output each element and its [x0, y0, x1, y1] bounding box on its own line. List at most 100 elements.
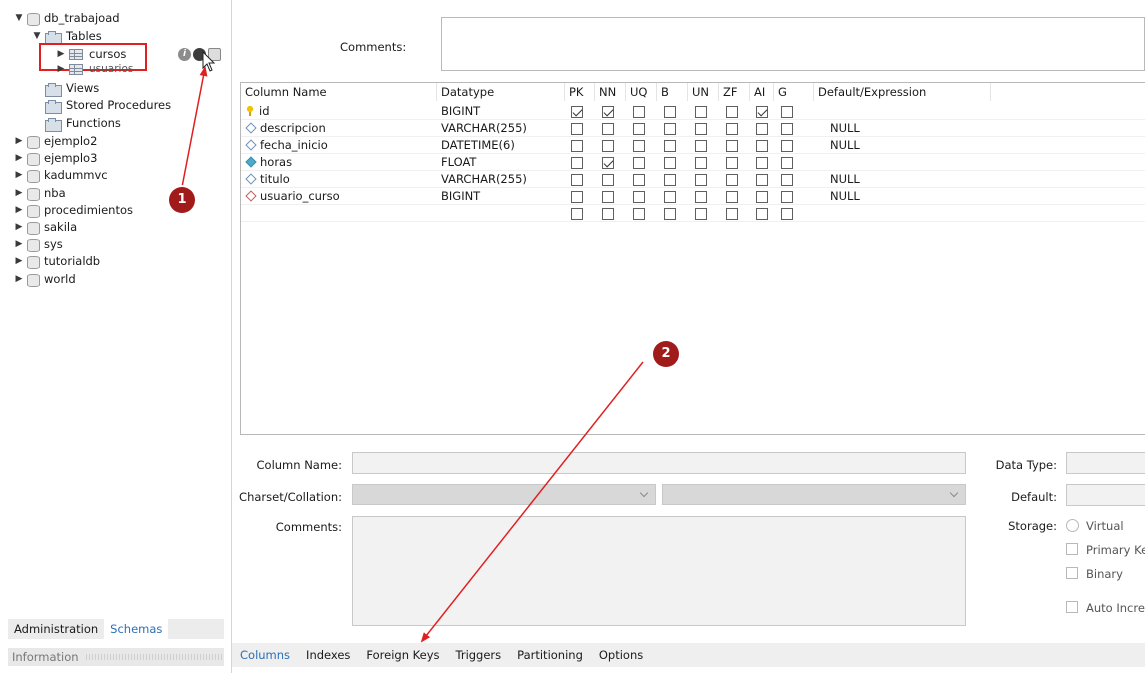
b-checkbox[interactable] [664, 174, 676, 186]
g-checkbox[interactable] [781, 208, 793, 220]
table-comments-input[interactable] [441, 17, 1145, 71]
auto-increment-checkbox[interactable] [1066, 601, 1078, 613]
ai-checkbox[interactable] [756, 140, 768, 152]
zf-checkbox[interactable] [726, 106, 738, 118]
pk-checkbox[interactable] [571, 140, 583, 152]
b-checkbox[interactable] [664, 106, 676, 118]
virtual-radio[interactable] [1066, 519, 1079, 532]
default-expression-cell[interactable]: NULL [830, 188, 860, 205]
un-checkbox[interactable] [695, 208, 707, 220]
table-row[interactable]: descripcion VARCHAR(255) NULL [241, 120, 1145, 137]
information-panel-header[interactable]: Information [8, 648, 224, 666]
uq-checkbox[interactable] [633, 191, 645, 203]
functions-folder[interactable]: Functions [45, 115, 121, 132]
expand-right-icon[interactable]: ▶ [14, 167, 24, 184]
table-item-usuarios[interactable]: ▶ usuarios [56, 62, 134, 76]
table-row[interactable]: titulo VARCHAR(255) NULL [241, 171, 1145, 188]
schema-item-ejemplo3[interactable]: ▶ ejemplo3 [14, 150, 97, 167]
primary-key-checkbox[interactable] [1066, 543, 1078, 555]
expand-right-icon[interactable]: ▶ [14, 219, 24, 236]
header-default-expression[interactable]: Default/Expression [814, 83, 991, 101]
pk-checkbox[interactable] [571, 123, 583, 135]
uq-checkbox[interactable] [633, 140, 645, 152]
ai-checkbox[interactable] [756, 208, 768, 220]
uq-checkbox[interactable] [633, 174, 645, 186]
views-folder[interactable]: Views [45, 80, 99, 97]
nn-checkbox[interactable] [602, 157, 614, 169]
schema-item-sakila[interactable]: ▶ sakila [14, 219, 77, 236]
header-un[interactable]: UN [688, 83, 719, 101]
column-name-cell[interactable]: fecha_inicio [245, 137, 328, 154]
datatype-cell[interactable]: DATETIME(6) [441, 137, 515, 154]
b-checkbox[interactable] [664, 140, 676, 152]
schema-item-ejemplo2[interactable]: ▶ ejemplo2 [14, 133, 97, 150]
new-column-row[interactable] [241, 205, 1145, 222]
collation-select[interactable] [662, 484, 966, 505]
header-nn[interactable]: NN [595, 83, 626, 101]
b-checkbox[interactable] [664, 191, 676, 203]
zf-checkbox[interactable] [726, 208, 738, 220]
expand-right-icon[interactable]: ▶ [14, 133, 24, 150]
uq-checkbox[interactable] [633, 123, 645, 135]
zf-checkbox[interactable] [726, 191, 738, 203]
stored-procedures-folder[interactable]: Stored Procedures [45, 97, 171, 114]
zf-checkbox[interactable] [726, 157, 738, 169]
tab-foreign-keys[interactable]: Foreign Keys [366, 643, 439, 667]
nn-checkbox[interactable] [602, 123, 614, 135]
columns-grid[interactable]: Column Name Datatype PK NN UQ B UN ZF AI… [240, 82, 1145, 435]
ai-checkbox[interactable] [756, 191, 768, 203]
table-row[interactable]: fecha_inicio DATETIME(6) NULL [241, 137, 1145, 154]
tab-columns[interactable]: Columns [240, 643, 290, 667]
schema-item-procedimientos[interactable]: ▶ procedimientos [14, 202, 133, 219]
schema-item-nba[interactable]: ▶ nba [14, 185, 66, 202]
ai-checkbox[interactable] [756, 123, 768, 135]
datatype-cell[interactable]: FLOAT [441, 154, 476, 171]
default-expression-cell[interactable]: NULL [830, 120, 860, 137]
pk-checkbox[interactable] [571, 208, 583, 220]
b-checkbox[interactable] [664, 208, 676, 220]
column-comments-input[interactable] [352, 516, 966, 626]
pk-checkbox[interactable] [571, 106, 583, 118]
expand-right-icon[interactable]: ▶ [14, 253, 24, 270]
table-row[interactable]: id BIGINT [241, 103, 1145, 120]
uq-checkbox[interactable] [633, 208, 645, 220]
default-expression-cell[interactable]: NULL [830, 137, 860, 154]
un-checkbox[interactable] [695, 106, 707, 118]
wrench-icon[interactable] [193, 48, 206, 61]
ai-checkbox[interactable] [756, 174, 768, 186]
un-checkbox[interactable] [695, 140, 707, 152]
default-input[interactable] [1066, 484, 1145, 506]
tab-administration[interactable]: Administration [8, 619, 104, 639]
header-b[interactable]: B [657, 83, 688, 101]
b-checkbox[interactable] [664, 123, 676, 135]
schema-item-kadummvc[interactable]: ▶ kadummvc [14, 167, 108, 184]
g-checkbox[interactable] [781, 157, 793, 169]
column-name-cell[interactable]: horas [245, 154, 292, 171]
expand-right-icon[interactable]: ▶ [14, 236, 24, 253]
schema-item-tutorialdb[interactable]: ▶ tutorialdb [14, 253, 100, 270]
pk-checkbox[interactable] [571, 191, 583, 203]
header-pk[interactable]: PK [565, 83, 595, 101]
table-row[interactable]: usuario_curso BIGINT NULL [241, 188, 1145, 205]
schema-item-sys[interactable]: ▶ sys [14, 236, 63, 253]
column-name-cell[interactable]: descripcion [245, 120, 326, 137]
b-checkbox[interactable] [664, 157, 676, 169]
schema-item-db_trabajoad[interactable]: ▼ db_trabajoad [14, 10, 120, 27]
header-uq[interactable]: UQ [626, 83, 657, 101]
expand-right-icon[interactable]: ▶ [14, 271, 24, 288]
header-g[interactable]: G [774, 83, 814, 101]
zf-checkbox[interactable] [726, 174, 738, 186]
g-checkbox[interactable] [781, 123, 793, 135]
nn-checkbox[interactable] [602, 106, 614, 118]
nn-checkbox[interactable] [602, 191, 614, 203]
zf-checkbox[interactable] [726, 140, 738, 152]
table-row[interactable]: horas FLOAT [241, 154, 1145, 171]
tab-options[interactable]: Options [599, 643, 643, 667]
header-ai[interactable]: AI [750, 83, 774, 101]
header-zf[interactable]: ZF [719, 83, 750, 101]
expand-down-icon[interactable]: ▼ [14, 10, 24, 27]
un-checkbox[interactable] [695, 123, 707, 135]
default-expression-cell[interactable]: NULL [830, 171, 860, 188]
tab-triggers[interactable]: Triggers [456, 643, 502, 667]
nn-checkbox[interactable] [602, 174, 614, 186]
